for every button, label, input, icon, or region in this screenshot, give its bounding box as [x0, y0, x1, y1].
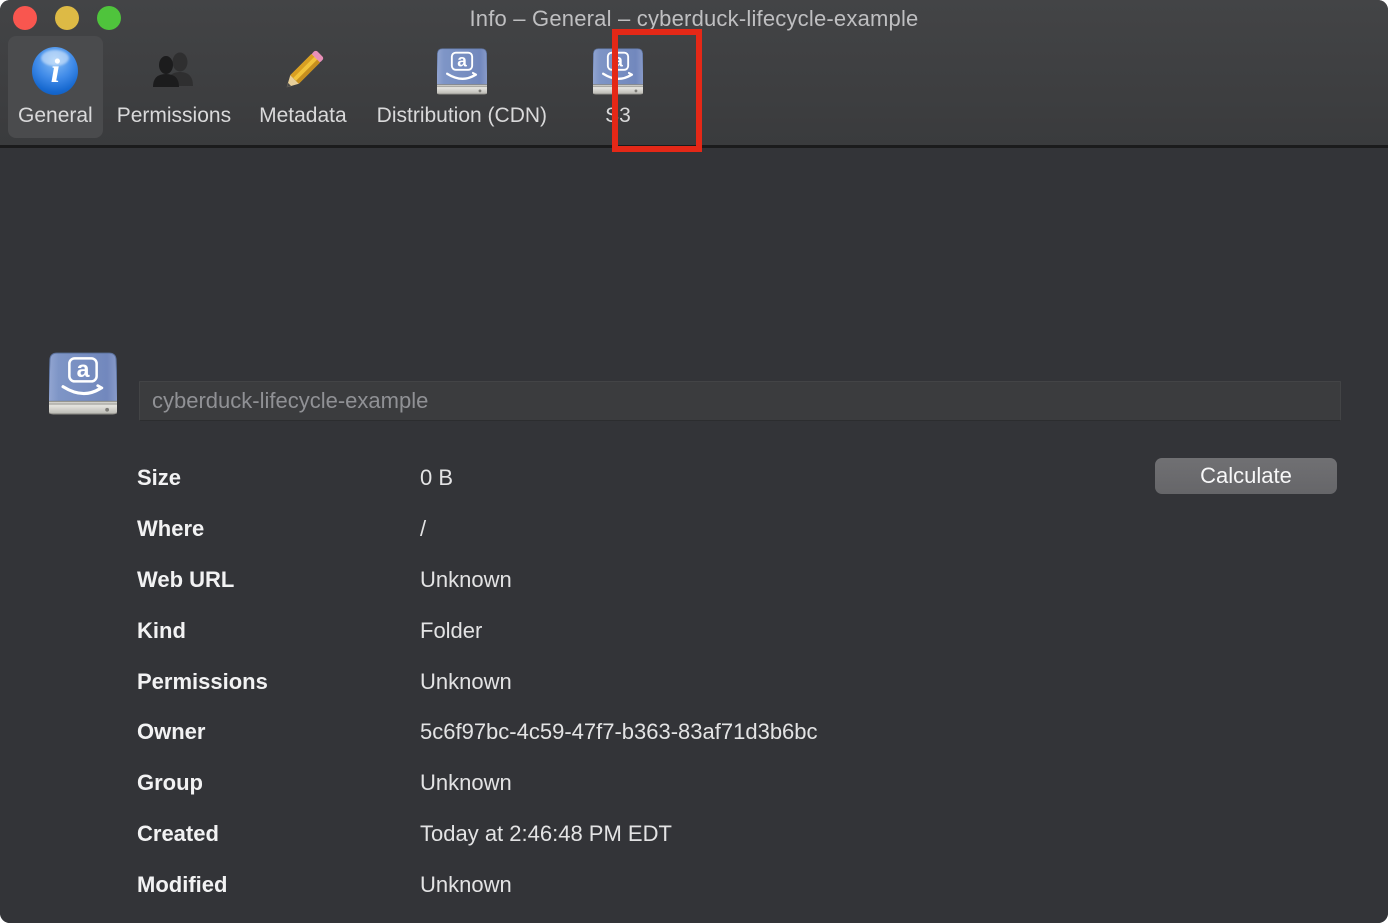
info-row-value: 5c6f97bc-4c59-47f7-b363-83af71d3b6bc — [420, 719, 818, 745]
info-row: Modified Unknown — [0, 859, 1388, 910]
people-icon — [148, 44, 200, 98]
tab-permissions[interactable]: Permissions — [107, 36, 241, 138]
titlebar: Info – General – cyberduck-lifecycle-exa… — [0, 0, 1388, 145]
s3-drive-icon — [436, 44, 488, 98]
info-row-value: 0 B — [420, 465, 453, 491]
info-row-label: Group — [137, 770, 420, 796]
info-row-label: Size — [137, 465, 420, 491]
info-row-label: Created — [137, 821, 420, 847]
general-panel: Size 0 B Where / Web URL Unknown Kind Fo… — [0, 148, 1388, 923]
info-row-value: Unknown — [420, 669, 512, 695]
info-row-label: Permissions — [137, 669, 420, 695]
info-row: Kind Folder — [0, 605, 1388, 656]
tab-s3-label: S3 — [605, 104, 631, 128]
info-row-label: Modified — [137, 872, 420, 898]
window-title: Info – General – cyberduck-lifecycle-exa… — [0, 6, 1388, 32]
info-row-value: Folder — [420, 618, 482, 644]
calculate-button[interactable]: Calculate — [1155, 458, 1337, 494]
filename-input[interactable] — [139, 381, 1341, 421]
tab-general-label: General — [18, 104, 93, 128]
info-row: Owner 5c6f97bc-4c59-47f7-b363-83af71d3b6… — [0, 707, 1388, 758]
info-row-label: Where — [137, 516, 420, 542]
info-icon: i — [29, 44, 81, 98]
info-rows: Size 0 B Where / Web URL Unknown Kind Fo… — [0, 453, 1388, 923]
tab-metadata-label: Metadata — [259, 104, 347, 128]
info-row: Group Unknown — [0, 758, 1388, 809]
info-row: Permissions Unknown — [0, 656, 1388, 707]
info-row: Checksum Unknown — [0, 910, 1388, 923]
tab-distribution-cdn[interactable]: Distribution (CDN) — [367, 36, 557, 138]
info-row-label: Owner — [137, 719, 420, 745]
toolbar: i General Permissions — [8, 36, 663, 138]
s3-drive-icon — [592, 44, 644, 98]
info-row-value: Today at 2:46:48 PM EDT — [420, 821, 672, 847]
info-row-value: Unknown — [420, 567, 512, 593]
info-row-value: Unknown — [420, 872, 512, 898]
info-window: Info – General – cyberduck-lifecycle-exa… — [0, 0, 1388, 923]
info-row-value: Unknown — [420, 770, 512, 796]
info-row: Where / — [0, 504, 1388, 555]
tab-metadata[interactable]: Metadata — [249, 36, 357, 138]
pencil-icon — [277, 44, 329, 98]
s3-drive-icon — [49, 351, 117, 420]
tab-s3[interactable]: S3 — [573, 36, 663, 138]
tab-distribution-label: Distribution (CDN) — [377, 104, 547, 128]
tab-permissions-label: Permissions — [117, 104, 231, 128]
info-row-label: Kind — [137, 618, 420, 644]
info-row-value: / — [420, 516, 426, 542]
info-row: Created Today at 2:46:48 PM EDT — [0, 809, 1388, 860]
info-row: Web URL Unknown — [0, 555, 1388, 606]
tab-general[interactable]: i General — [8, 36, 103, 138]
info-row-label: Web URL — [137, 567, 420, 593]
